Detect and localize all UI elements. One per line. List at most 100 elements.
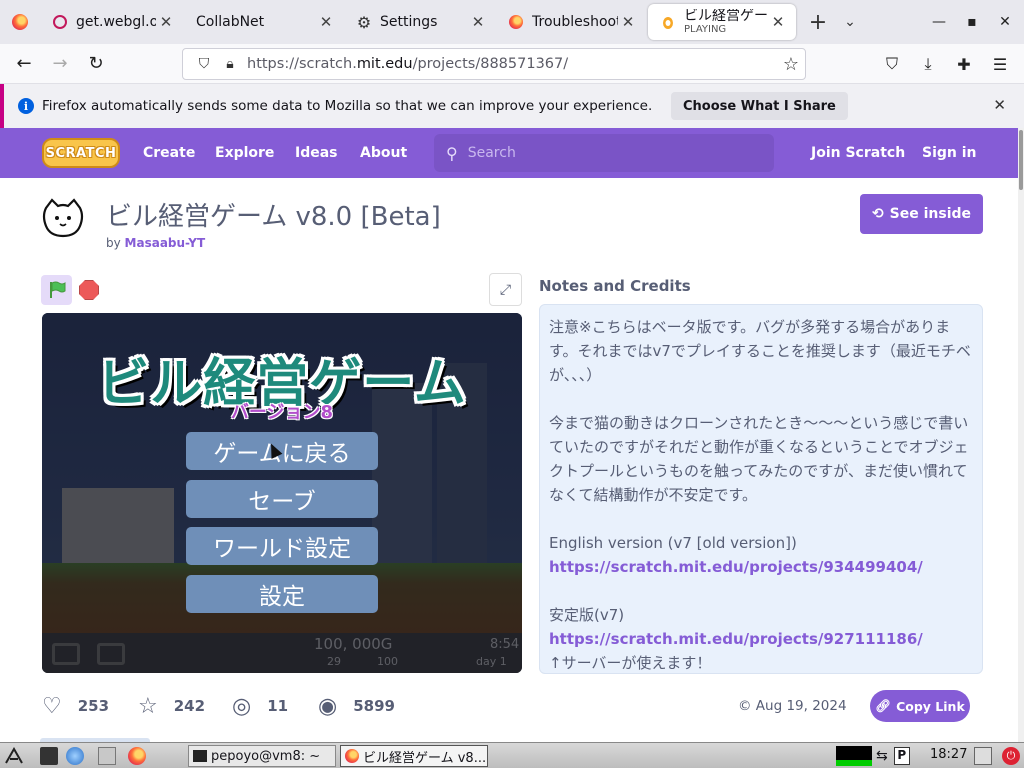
tab-title: CollabNet [196, 14, 265, 30]
scratch-cat-icon [660, 14, 676, 30]
firefox-view-button[interactable] [0, 0, 40, 44]
nav-create[interactable]: Create [143, 128, 195, 178]
start-menu-icon[interactable] [4, 746, 23, 765]
favorite-count: 242 [173, 697, 206, 715]
bookmark-star-icon[interactable]: ☆ [783, 54, 799, 75]
network-icon[interactable]: ⇆ [876, 748, 888, 764]
stop-button[interactable] [79, 280, 99, 300]
tab-collabnet[interactable]: CollabNet ✕ [184, 4, 344, 40]
star-icon: ☆ [138, 693, 158, 719]
shield-icon[interactable]: ⛉ [191, 56, 217, 72]
lock-icon[interactable]: 🔒︎ [217, 56, 243, 72]
project-author: by Masaabu-YT [106, 236, 206, 250]
stable-version-link[interactable]: https://scratch.mit.edu/projects/9271111… [549, 630, 923, 648]
back-button[interactable]: ← [6, 48, 42, 80]
page-scrollbar[interactable] [1018, 128, 1024, 742]
menu-icon[interactable]: ☰ [982, 44, 1018, 84]
see-inside-button[interactable]: ⟲ See inside [860, 194, 983, 234]
system-tray: ⇆ P [836, 743, 910, 768]
fullscreen-button[interactable]: ⤢ [489, 273, 522, 306]
scratch-logo[interactable]: SCRATCH [42, 138, 120, 168]
tab-scratch-project[interactable]: ビル経営ゲーム PLAYING ✕ [648, 4, 796, 40]
maximize-button[interactable]: ▪ [955, 0, 989, 44]
favorite-button[interactable]: ☆ 242 [138, 692, 205, 720]
close-icon[interactable]: ✕ [156, 13, 176, 31]
tab-title: get.webgl.org/ [76, 14, 156, 30]
remix-count-stat[interactable]: ◎ 11 [232, 692, 288, 720]
close-icon[interactable]: ✕ [768, 13, 788, 31]
scratch-search[interactable]: ⚲ [434, 134, 774, 172]
notes-and-credits: 注意※こちらはベータ版です。バグが多発する場合があります。それまではv7でプレイ… [539, 304, 983, 674]
notification-bar: i Firefox automatically sends some data … [0, 84, 1024, 128]
server-note: ↑サーバーが使えます！ [549, 654, 712, 672]
tab-troubleshooting[interactable]: Troubleshootin ✕ [496, 4, 646, 40]
save-button[interactable]: セーブ [186, 480, 378, 518]
power-icon[interactable]: ⏻ [1002, 747, 1020, 765]
list-all-tabs-button[interactable]: ⌄ [834, 14, 866, 30]
web-browser-icon[interactable] [66, 747, 84, 765]
window-close-button[interactable]: ✕ [988, 0, 1022, 44]
os-taskbar: pepoyo@vm8: ~ ビル経営ゲーム v8... ⇆ P 18:27 ⏻ [0, 742, 1024, 768]
tab-settings[interactable]: ⚙ Settings ✕ [344, 4, 496, 40]
notes-paragraph: 注意※こちらはベータ版です。バグが多発する場合があります。それまではv7でプレイ… [549, 318, 971, 384]
heart-icon: ♡ [42, 693, 62, 719]
file-manager-icon[interactable] [98, 747, 116, 765]
join-scratch-link[interactable]: Join Scratch [811, 128, 905, 178]
tab-title: ビル経営ゲーム [684, 9, 768, 24]
url-bar[interactable]: ⛉ 🔒︎ https://scratch.mit.edu/projects/88… [182, 48, 806, 80]
close-icon[interactable]: ✕ [618, 13, 638, 31]
pocket-icon[interactable]: ⛉ [874, 44, 910, 84]
firefox-icon [345, 749, 359, 763]
search-input[interactable] [467, 145, 748, 161]
gear-icon: ⚙ [356, 12, 372, 32]
return-to-game-button[interactable]: ゲームに戻る [186, 432, 378, 470]
nav-about[interactable]: About [360, 128, 407, 178]
tab-webgl[interactable]: get.webgl.org/ ✕ [40, 4, 184, 40]
scrollbar-thumb[interactable] [1019, 130, 1023, 190]
minimize-button[interactable]: — [922, 0, 956, 44]
avatar[interactable] [40, 196, 86, 242]
close-icon[interactable]: ✕ [993, 96, 1006, 114]
choose-what-i-share-button[interactable]: Choose What I Share [671, 92, 848, 120]
project-stage[interactable]: 100, 000G 8:54 29 100 day 1 ビル経営ゲーム バージョ… [42, 313, 522, 673]
taskbar-browser[interactable]: ビル経営ゲーム v8... [340, 745, 488, 767]
green-flag-button[interactable] [41, 275, 72, 305]
url-text[interactable]: https://scratch.mit.edu/projects/8885713… [247, 56, 568, 72]
display-icon[interactable] [974, 747, 992, 765]
forward-button[interactable]: → [42, 48, 78, 80]
tab-title: Settings [380, 14, 438, 30]
green-flag-icon [49, 281, 65, 298]
views-stat: ◉ 5899 [318, 692, 395, 720]
new-tab-button[interactable]: + [802, 10, 834, 35]
downloads-icon[interactable]: ⤓ [910, 44, 946, 84]
love-button[interactable]: ♡ 253 [42, 692, 109, 720]
remix-icon: ◎ [232, 693, 252, 719]
close-icon[interactable]: ✕ [468, 13, 488, 31]
remix-count: 11 [267, 697, 289, 715]
cpu-monitor-icon[interactable] [836, 746, 872, 766]
firefox-icon[interactable] [128, 747, 146, 765]
sign-in-link[interactable]: Sign in [922, 128, 977, 178]
clock: 18:27 [930, 747, 968, 762]
settings-button[interactable]: 設定 [186, 575, 378, 613]
english-version-link[interactable]: https://scratch.mit.edu/projects/9344994… [549, 558, 923, 576]
extensions-icon[interactable]: ✚ [946, 44, 982, 84]
project-title: ビル経営ゲーム v8.0 [Beta] [106, 202, 441, 232]
red-ring-icon [52, 14, 68, 30]
close-icon[interactable]: ✕ [316, 13, 336, 31]
show-desktop-icon[interactable] [40, 747, 58, 765]
nav-explore[interactable]: Explore [215, 128, 274, 178]
nav-ideas[interactable]: Ideas [295, 128, 338, 178]
notes-heading: Notes and Credits [539, 277, 691, 295]
keyboard-layout-icon[interactable]: P [893, 747, 910, 765]
tab-strip: get.webgl.org/ ✕ CollabNet ✕ ⚙ Settings … [0, 0, 1024, 44]
eye-icon: ◉ [318, 693, 338, 719]
reload-button[interactable]: ↻ [78, 48, 114, 80]
game-version: バージョン8 [230, 402, 334, 423]
project-date: © Aug 19, 2024 [738, 698, 847, 714]
world-settings-button[interactable]: ワールド設定 [186, 527, 378, 565]
love-count: 253 [77, 697, 110, 715]
taskbar-terminal[interactable]: pepoyo@vm8: ~ [188, 745, 336, 767]
copy-link-button[interactable]: 🔗︎ Copy Link [870, 690, 970, 722]
author-link[interactable]: Masaabu-YT [125, 236, 206, 250]
